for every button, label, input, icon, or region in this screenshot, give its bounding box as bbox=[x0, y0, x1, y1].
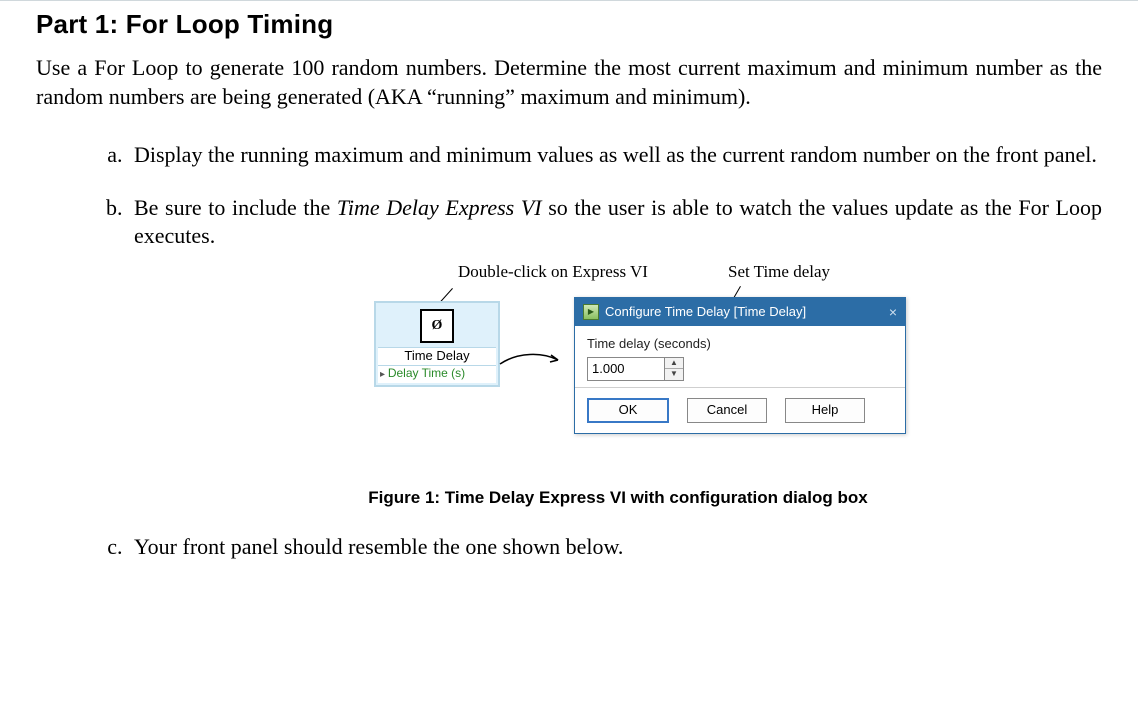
item-b-text-pre: Be sure to include the bbox=[134, 195, 337, 220]
help-button[interactable]: Help bbox=[785, 398, 865, 423]
express-vi-block: Ø Time Delay Delay Time (s) bbox=[374, 301, 500, 387]
spinner-buttons: ▲ ▼ bbox=[665, 357, 684, 381]
arrow-icon bbox=[498, 349, 568, 369]
annotation-double-click: Double-click on Express VI bbox=[458, 261, 648, 283]
ok-button[interactable]: OK bbox=[587, 398, 669, 423]
play-icon bbox=[583, 304, 599, 320]
spinner-down-button[interactable]: ▼ bbox=[665, 369, 683, 379]
figure-wrapper: Double-click on Express VI Set Time dela… bbox=[308, 261, 928, 481]
item-c: Your front panel should resemble the one… bbox=[128, 533, 1102, 562]
figure-caption: Figure 1: Time Delay Express VI with con… bbox=[134, 487, 1102, 509]
hourglass-icon: Ø bbox=[420, 309, 454, 343]
spinner-up-button[interactable]: ▲ bbox=[665, 358, 683, 369]
close-icon[interactable]: × bbox=[889, 303, 897, 321]
intro-paragraph: Use a For Loop to generate 100 random nu… bbox=[36, 54, 1102, 111]
time-delay-input-wrap: ▲ ▼ bbox=[587, 357, 687, 381]
item-b-emphasis: Time Delay Express VI bbox=[337, 195, 542, 220]
vi-icon-row: Ø bbox=[378, 305, 496, 347]
field-label: Time delay (seconds) bbox=[587, 336, 893, 353]
item-list: Display the running maximum and minimum … bbox=[36, 141, 1102, 561]
item-a: Display the running maximum and minimum … bbox=[128, 141, 1102, 170]
item-b: Be sure to include the Time Delay Expres… bbox=[128, 194, 1102, 509]
dialog-titlebar: Configure Time Delay [Time Delay] × bbox=[575, 298, 905, 326]
annotation-set-delay: Set Time delay bbox=[728, 261, 830, 283]
config-dialog: Configure Time Delay [Time Delay] × Time… bbox=[574, 297, 906, 434]
vi-param: Delay Time (s) bbox=[378, 366, 496, 384]
document-page: Part 1: For Loop Timing Use a For Loop t… bbox=[0, 0, 1138, 606]
dialog-title-text: Configure Time Delay [Time Delay] bbox=[605, 304, 806, 321]
dialog-actions: OK Cancel Help bbox=[575, 387, 905, 433]
cancel-button[interactable]: Cancel bbox=[687, 398, 767, 423]
time-delay-input[interactable] bbox=[587, 357, 665, 381]
vi-title: Time Delay bbox=[378, 347, 496, 366]
page-heading: Part 1: For Loop Timing bbox=[36, 9, 1102, 40]
dialog-body: Time delay (seconds) ▲ ▼ bbox=[575, 326, 905, 387]
